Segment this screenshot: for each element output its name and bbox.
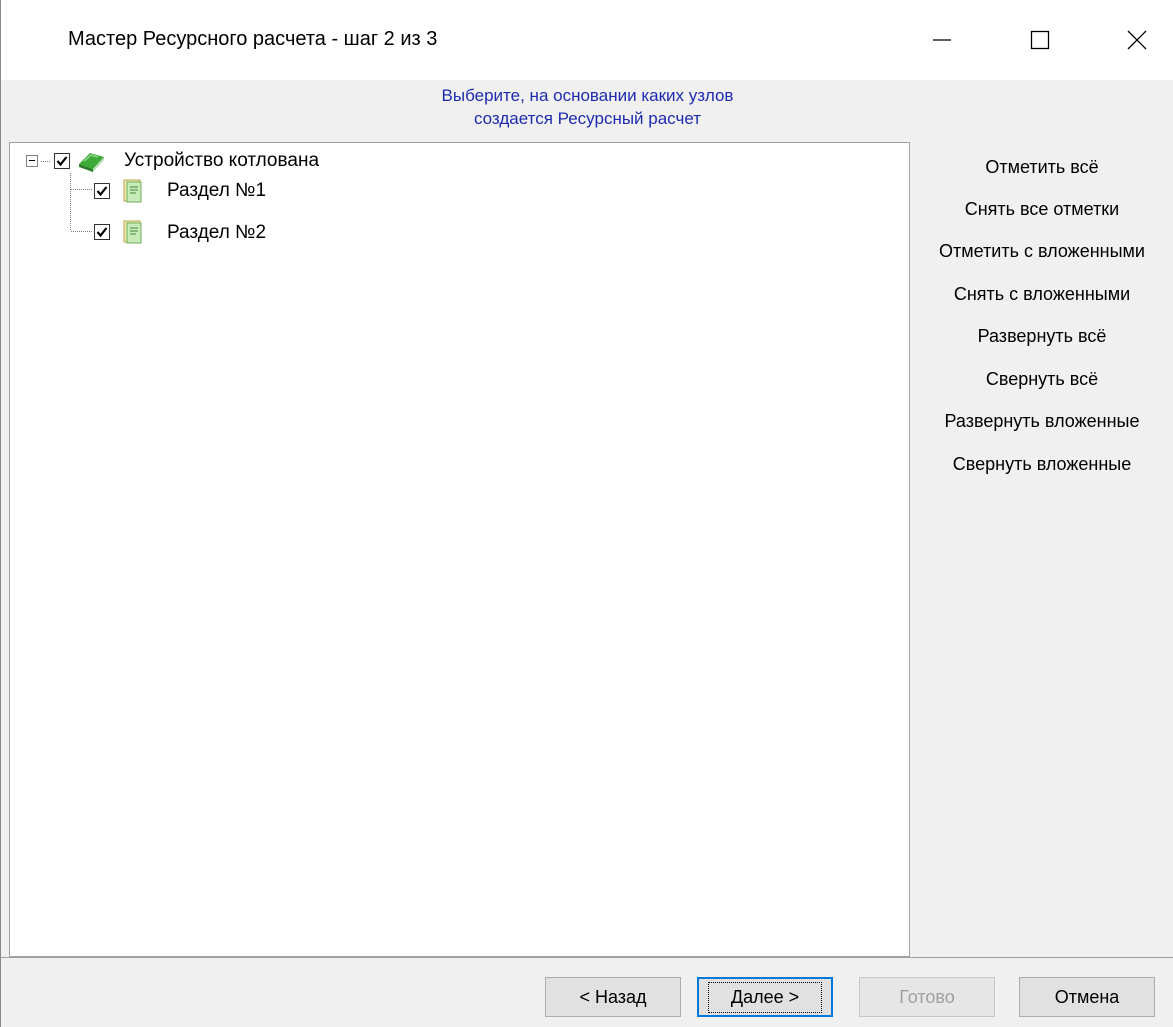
cancel-button-label: Отмена: [1054, 986, 1120, 1007]
instruction-line-1: Выберите, на основании каких узлов: [441, 86, 734, 105]
action-check-with-children[interactable]: Отметить с вложенными: [910, 241, 1173, 262]
tree-node-root[interactable]: Устройство котлована: [10, 146, 510, 176]
instruction-text: Выберите, на основании каких узлов созда…: [1, 84, 1173, 130]
document-icon: [123, 179, 142, 203]
tree-node-label: Устройство котлована: [124, 150, 320, 171]
action-expand-children[interactable]: Развернуть вложенные: [910, 411, 1173, 432]
footer-divider: [1, 957, 1173, 958]
title-bar: Мастер Ресурсного расчета - шаг 2 из 3: [1, 0, 1173, 80]
action-expand-all[interactable]: Развернуть всё: [910, 326, 1173, 347]
action-collapse-children[interactable]: Свернуть вложенные: [910, 454, 1173, 475]
checkmark-icon: [96, 186, 108, 197]
tree-node-section-1[interactable]: Раздел №1: [10, 176, 510, 206]
tree-node-checkbox[interactable]: [94, 224, 110, 240]
action-uncheck-all[interactable]: Снять все отметки: [910, 199, 1173, 220]
maximize-icon: [1030, 30, 1050, 50]
checkmark-icon: [96, 227, 108, 238]
cancel-button[interactable]: Отмена: [1019, 977, 1155, 1017]
back-button[interactable]: < Назад: [545, 977, 681, 1017]
tree-node-checkbox[interactable]: [54, 153, 70, 169]
tree-actions-panel: Отметить всё Снять все отметки Отметить …: [910, 142, 1173, 957]
back-button-label: < Назад: [579, 986, 647, 1007]
maximize-button[interactable]: [1004, 0, 1076, 80]
book-icon: [79, 153, 104, 172]
close-button[interactable]: [1101, 0, 1173, 80]
tree-node-label: Раздел №2: [167, 222, 267, 243]
action-collapse-all[interactable]: Свернуть всё: [910, 369, 1173, 390]
minimize-button[interactable]: [906, 0, 978, 80]
collapse-toggle-icon[interactable]: [26, 155, 38, 167]
action-check-all[interactable]: Отметить всё: [910, 157, 1173, 178]
tree-node-label: Раздел №1: [167, 180, 267, 201]
finish-button-label: Готово: [899, 986, 955, 1007]
document-icon: [123, 220, 142, 244]
action-uncheck-with-children[interactable]: Снять с вложенными: [910, 284, 1173, 305]
checkmark-icon: [56, 156, 68, 167]
tree-node-checkbox[interactable]: [94, 183, 110, 199]
node-tree[interactable]: Устройство котлована Раздел №1 Раздел №2: [9, 142, 910, 957]
tree-node-section-2[interactable]: Раздел №2: [10, 218, 510, 248]
next-button[interactable]: Далее >: [697, 977, 833, 1017]
instruction-line-2: создается Ресурсный расчет: [473, 109, 702, 128]
close-icon: [1127, 30, 1147, 50]
next-button-label: Далее >: [707, 981, 823, 1013]
minimize-icon: [933, 39, 951, 41]
window-title: Мастер Ресурсного расчета - шаг 2 из 3: [68, 28, 438, 50]
finish-button: Готово: [859, 977, 995, 1017]
wizard-window: Мастер Ресурсного расчета - шаг 2 из 3 В…: [0, 0, 1173, 1027]
